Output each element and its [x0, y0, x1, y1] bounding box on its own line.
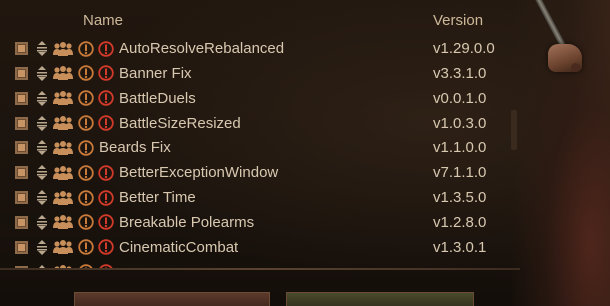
- mod-version: v3.3.1.0: [433, 64, 487, 82]
- scrollbar-thumb[interactable]: [511, 110, 517, 150]
- mod-row[interactable]: BattleSizeResized v1.0.3.0: [0, 111, 510, 136]
- warning-exclamation-icon[interactable]: [78, 40, 94, 57]
- mod-enabled-checkbox[interactable]: [15, 166, 28, 180]
- error-exclamation-icon[interactable]: [98, 165, 114, 181]
- drag-handle-icon[interactable]: [36, 90, 48, 106]
- warning-exclamation-icon[interactable]: [78, 115, 94, 131]
- error-exclamation-icon[interactable]: [98, 115, 114, 131]
- mod-enabled-checkbox[interactable]: [15, 66, 28, 80]
- mod-list: AutoResolveRebalanced v1.29.0.0 Banner Fix…: [0, 36, 510, 270]
- drag-handle-icon[interactable]: [36, 140, 48, 156]
- mod-name: BetterExceptionWindow: [119, 164, 279, 182]
- mod-list-screen: Name Version AutoResolveRebalanced v1.29.…: [0, 0, 610, 306]
- error-exclamation-icon[interactable]: [98, 90, 114, 106]
- mod-row[interactable]: BetterExceptionWindow v7.1.1.0: [0, 160, 510, 185]
- mod-row[interactable]: Banner Fix v3.3.1.0: [0, 61, 510, 86]
- mod-name: BattleSizeResized: [119, 114, 241, 132]
- error-exclamation-icon[interactable]: [98, 40, 114, 57]
- warning-exclamation-icon[interactable]: [78, 189, 94, 206]
- drag-handle-icon[interactable]: [36, 165, 48, 181]
- mod-row[interactable]: Better Time v1.3.5.0: [0, 185, 510, 210]
- warning-exclamation-icon[interactable]: [78, 90, 94, 106]
- mod-name: BattleDuels: [119, 89, 196, 107]
- mod-version: v1.2.8.0: [433, 213, 487, 231]
- error-exclamation-icon[interactable]: [98, 189, 114, 206]
- warning-exclamation-icon[interactable]: [78, 65, 94, 82]
- multiplayer-people-icon: [53, 41, 73, 56]
- background-hand: [548, 44, 582, 72]
- multiplayer-people-icon: [53, 66, 73, 81]
- error-exclamation-icon[interactable]: [98, 65, 114, 82]
- mod-name: Banner Fix: [119, 64, 192, 82]
- drag-handle-icon[interactable]: [36, 65, 48, 81]
- mod-name: Beards Fix: [99, 139, 171, 157]
- warning-exclamation-icon[interactable]: [78, 239, 94, 255]
- mod-version: v1.3.5.0: [433, 189, 487, 207]
- mod-version: v1.0.3.0: [433, 114, 487, 132]
- mod-enabled-checkbox[interactable]: [15, 116, 28, 130]
- drag-handle-icon[interactable]: [36, 190, 48, 206]
- mod-row[interactable]: CinematicCombat v1.3.0.1: [0, 235, 510, 260]
- drag-handle-icon[interactable]: [36, 239, 48, 255]
- multiplayer-people-icon: [53, 190, 73, 205]
- mod-row[interactable]: Breakable Polearms v1.2.8.0: [0, 210, 510, 235]
- error-exclamation-icon[interactable]: [98, 239, 114, 255]
- drag-handle-icon[interactable]: [36, 41, 48, 56]
- bottom-right-button[interactable]: [286, 292, 474, 306]
- mod-version: v1.1.0.0: [433, 139, 487, 157]
- mod-enabled-checkbox[interactable]: [15, 215, 28, 229]
- mod-row[interactable]: BattleDuels v0.0.1.0: [0, 86, 510, 111]
- bottom-left-button[interactable]: [74, 292, 270, 306]
- warning-exclamation-icon[interactable]: [78, 140, 94, 156]
- column-header-name[interactable]: Name: [83, 12, 123, 29]
- drag-handle-icon[interactable]: [36, 115, 48, 131]
- warning-exclamation-icon[interactable]: [78, 214, 94, 231]
- multiplayer-people-icon: [53, 240, 73, 255]
- mod-version: v1.3.0.1: [433, 238, 487, 256]
- mod-version: v1.29.0.0: [433, 40, 495, 57]
- mod-enabled-checkbox[interactable]: [15, 141, 28, 155]
- mod-enabled-checkbox[interactable]: [15, 191, 28, 205]
- multiplayer-people-icon: [53, 116, 73, 131]
- multiplayer-people-icon: [53, 140, 73, 155]
- mod-name: Better Time: [119, 189, 196, 207]
- multiplayer-people-icon: [53, 165, 73, 180]
- warning-exclamation-icon[interactable]: [78, 165, 94, 181]
- mod-enabled-checkbox[interactable]: [15, 240, 28, 254]
- list-divider: [0, 268, 520, 270]
- mod-enabled-checkbox[interactable]: [15, 91, 28, 105]
- mod-version: v0.0.1.0: [433, 89, 487, 107]
- mod-enabled-checkbox[interactable]: [15, 42, 28, 55]
- mod-row[interactable]: Beards Fix v1.1.0.0: [0, 135, 510, 160]
- drag-handle-icon[interactable]: [36, 214, 48, 230]
- mod-name: Breakable Polearms: [119, 213, 255, 231]
- mod-name: CinematicCombat: [119, 238, 239, 256]
- column-header-version[interactable]: Version: [433, 12, 483, 29]
- mod-row[interactable]: AutoResolveRebalanced v1.29.0.0: [0, 36, 510, 61]
- mod-version: v7.1.1.0: [433, 164, 487, 182]
- mod-name: AutoResolveRebalanced: [119, 40, 285, 57]
- multiplayer-people-icon: [53, 91, 73, 106]
- multiplayer-people-icon: [53, 215, 73, 230]
- error-exclamation-icon[interactable]: [98, 214, 114, 231]
